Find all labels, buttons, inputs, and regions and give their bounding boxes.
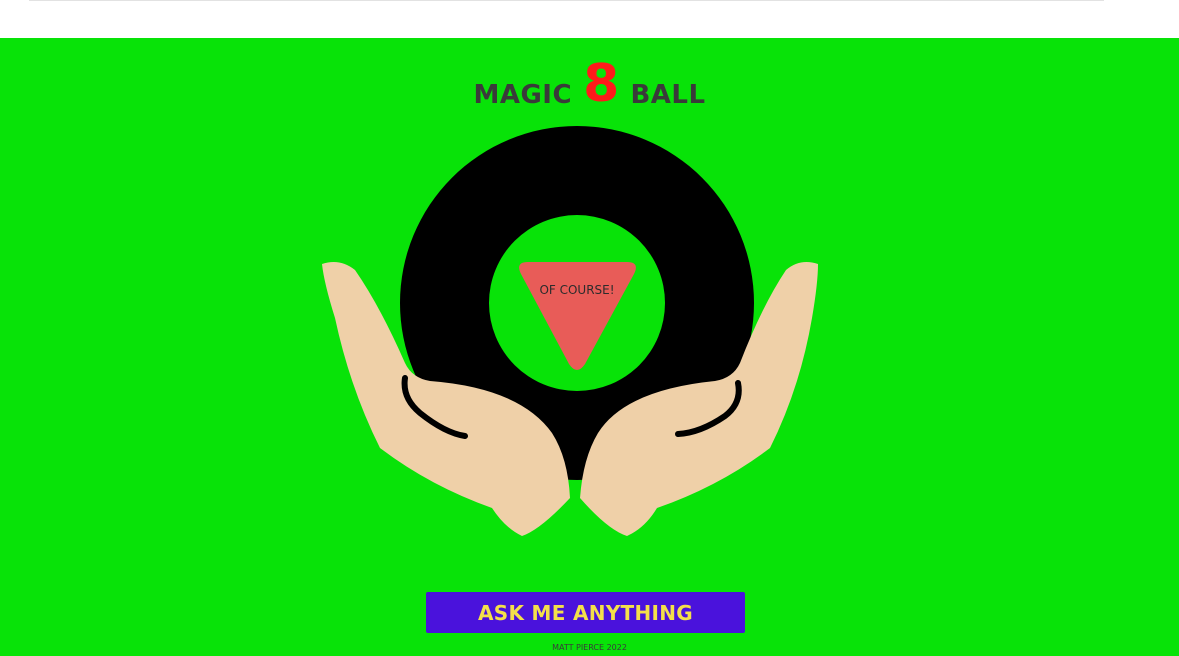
hands-gap	[567, 500, 573, 508]
magic-8-ball-illustration: OF COURSE!	[322, 126, 818, 536]
top-divider	[29, 0, 1104, 1]
ask-me-anything-button[interactable]: ASK ME ANYTHING	[426, 592, 745, 633]
footer-credit: MATT PIERCE 2022	[552, 643, 627, 652]
top-bar	[0, 0, 1179, 38]
main-stage: MAGIC 8 BALL OF COURSE! ASK ME ANYTHING …	[0, 38, 1179, 656]
answer-text: OF COURSE!	[539, 283, 614, 297]
